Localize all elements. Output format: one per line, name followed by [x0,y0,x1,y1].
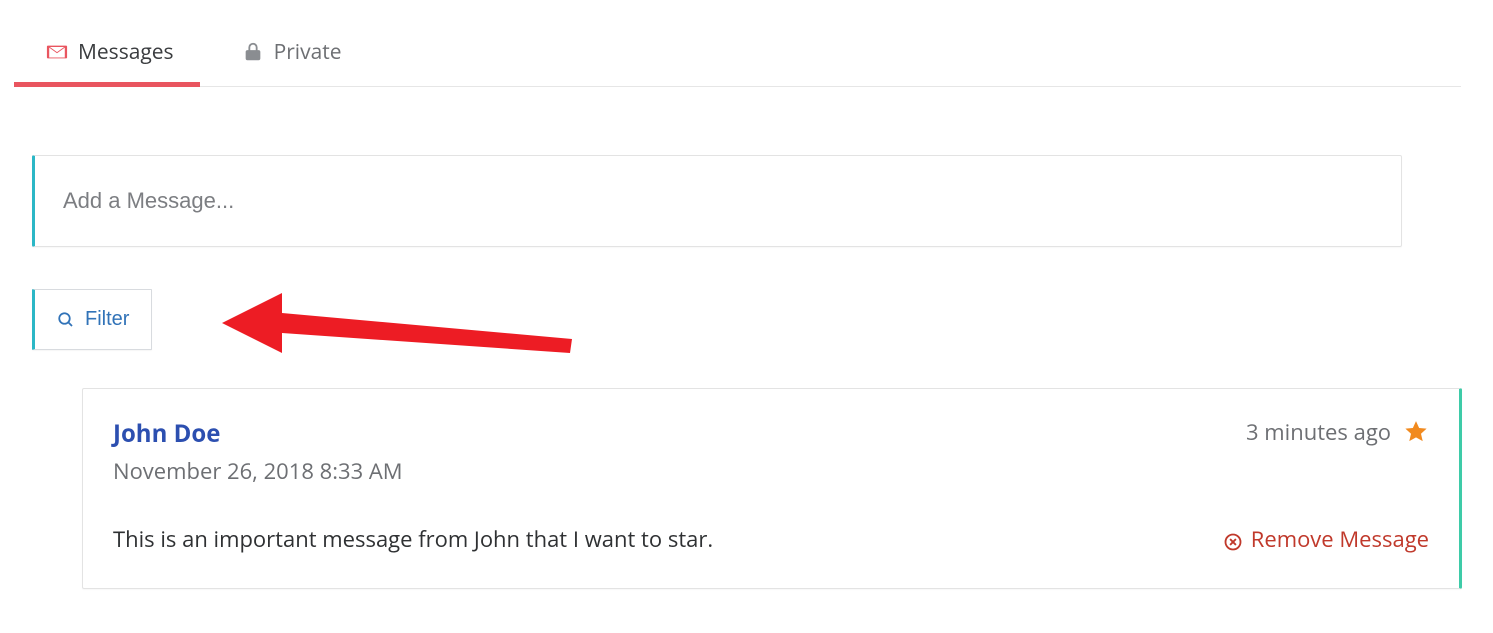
compose-input[interactable] [63,188,1373,214]
envelope-icon [46,41,68,63]
filter-row: Filter [32,289,1461,350]
message-card: John Doe November 26, 2018 8:33 AM 3 min… [82,388,1462,589]
message-time-ago: 3 minutes ago [1246,417,1391,447]
message-header: John Doe November 26, 2018 8:33 AM 3 min… [113,417,1429,486]
tab-messages-label: Messages [78,38,174,66]
filter-button[interactable]: Filter [32,289,152,350]
compose-box [32,155,1402,247]
tabs: Messages Private [32,30,1461,87]
annotation-arrow-icon [222,283,582,363]
remove-icon [1223,529,1243,549]
message-author-block: John Doe November 26, 2018 8:33 AM [113,417,403,486]
filter-label: Filter [85,308,129,331]
lock-icon [242,41,264,63]
remove-message-button[interactable]: Remove Message [1223,524,1429,554]
tab-private[interactable]: Private [228,30,356,86]
star-icon[interactable] [1403,419,1429,445]
tab-private-label: Private [274,38,342,66]
message-date: November 26, 2018 8:33 AM [113,456,403,486]
message-text: This is an important message from John t… [113,524,713,554]
message-body-row: This is an important message from John t… [113,524,1429,554]
search-icon [57,311,75,329]
tab-messages[interactable]: Messages [32,30,188,86]
message-meta: 3 minutes ago [1246,417,1429,447]
message-author[interactable]: John Doe [113,417,403,450]
remove-message-label: Remove Message [1251,524,1429,554]
